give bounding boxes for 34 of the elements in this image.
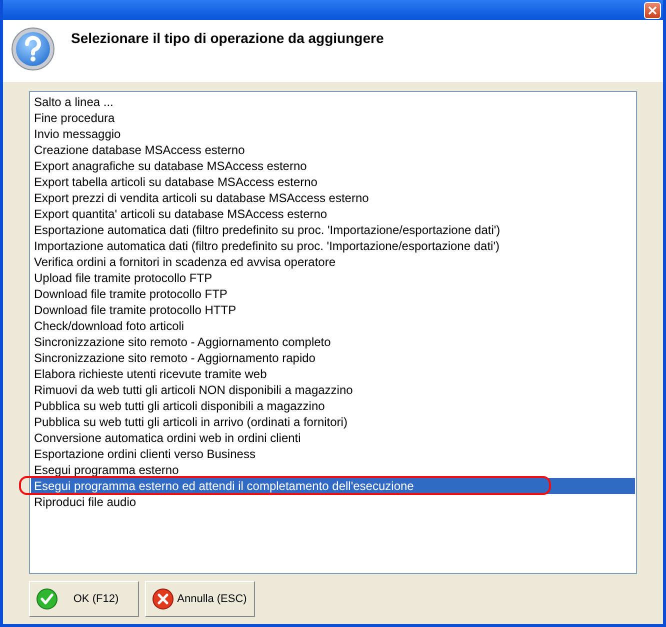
list-item[interactable]: Sincronizzazione sito remoto - Aggiornamento completo <box>31 334 635 350</box>
list-item[interactable]: Pubblica su web tutti gli articoli in arrivo (ordinati a fornitori) <box>31 414 635 430</box>
list-item[interactable]: Esportazione ordini clienti verso Business <box>31 446 635 462</box>
dialog-title: Selezionare il tipo di operazione da aggiungere <box>71 30 384 46</box>
list-item[interactable]: Export quantita' articoli su database MSAccess esterno <box>31 206 635 222</box>
list-item[interactable]: Esegui programma esterno ed attendi il completamento dell'esecuzione <box>31 478 635 494</box>
list-item[interactable]: Rimuovi da web tutti gli articoli NON disponibili a magazzino <box>31 382 635 398</box>
cancel-button[interactable]: Annulla (ESC) <box>145 581 255 617</box>
list-item[interactable]: Riproduci file audio <box>31 494 635 510</box>
close-button[interactable] <box>644 2 661 18</box>
list-item[interactable]: Elabora richieste utenti ricevute tramite web <box>31 366 635 382</box>
list-item[interactable]: Download file tramite protocollo HTTP <box>31 302 635 318</box>
list-item[interactable]: Download file tramite protocollo FTP <box>31 286 635 302</box>
close-icon <box>648 6 657 14</box>
list-item[interactable]: Upload file tramite protocollo FTP <box>31 270 635 286</box>
check-icon <box>36 588 58 610</box>
list-item[interactable]: Esportazione automatica dati (filtro predefinito su proc. 'Importazione/esportazione dati') <box>31 222 635 238</box>
list-item[interactable]: Pubblica su web tutti gli articoli disponibili a magazzino <box>31 398 635 414</box>
list-item[interactable]: Salto a linea ... <box>31 94 635 110</box>
list-item[interactable]: Importazione automatica dati (filtro predefinito su proc. 'Importazione/esportazione dati') <box>31 238 635 254</box>
list-item[interactable]: Export prezzi di vendita articoli su database MSAccess esterno <box>31 190 635 206</box>
list-item[interactable]: Invio messaggio <box>31 126 635 142</box>
ok-button[interactable]: OK (F12) <box>29 581 139 617</box>
list-item[interactable]: Fine procedura <box>31 110 635 126</box>
cancel-icon <box>152 588 174 610</box>
list-item[interactable]: Export anagrafiche su database MSAccess esterno <box>31 158 635 174</box>
list-item[interactable]: Esegui programma esterno <box>31 462 635 478</box>
list-item[interactable]: Verifica ordini a fornitori in scadenza ed avvisa operatore <box>31 254 635 270</box>
list-item[interactable]: Export tabella articoli su database MSAccess esterno <box>31 174 635 190</box>
list-item[interactable]: Creazione database MSAccess esterno <box>31 142 635 158</box>
list-item[interactable]: Check/download foto articoli <box>31 318 635 334</box>
question-icon <box>10 26 56 72</box>
list-item[interactable]: Conversione automatica ordini web in ordini clienti <box>31 430 635 446</box>
list-item[interactable]: Sincronizzazione sito remoto - Aggiornamento rapido <box>31 350 635 366</box>
